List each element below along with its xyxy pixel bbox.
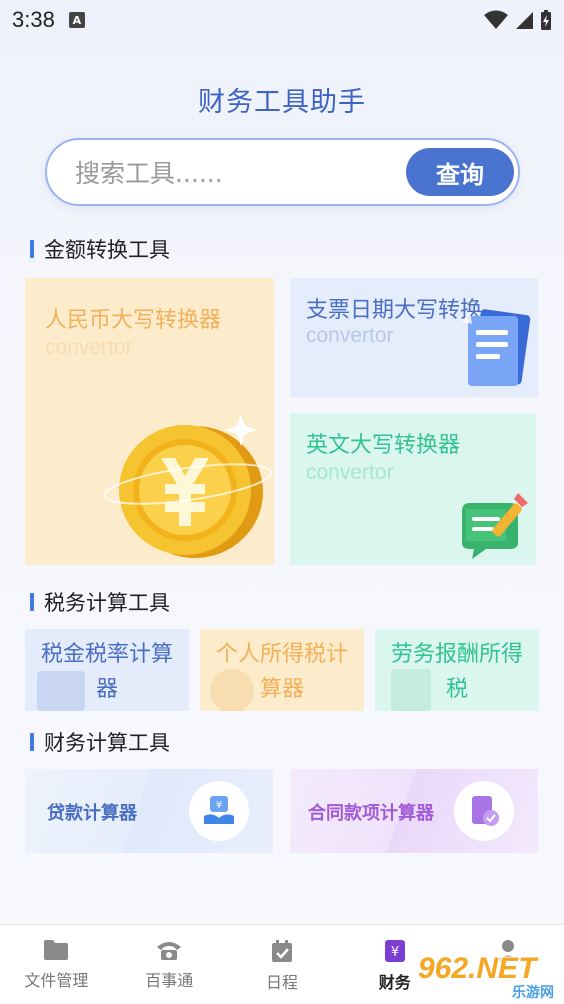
yuan-hand-icon: ¥ <box>204 796 234 824</box>
folder-icon <box>44 940 69 960</box>
nav-item-file-management[interactable]: 文件管理 <box>0 925 113 1004</box>
contract-check-icon <box>472 796 499 826</box>
page-title: 财务工具助手 <box>198 87 366 118</box>
fin-card-label: 贷款计算器 <box>47 803 137 824</box>
chat-edit-icon <box>462 493 528 559</box>
watermark-subtext: 乐游网 <box>512 985 554 1001</box>
svg-text:¥: ¥ <box>216 800 222 811</box>
nav-label: 日程 <box>265 973 298 992</box>
fin-icon-circle: ¥ <box>189 781 249 841</box>
watermark-logo: 962.NET 乐游网 <box>418 950 558 1001</box>
personal-income-tax-card[interactable]: 个人所得税计算器 <box>200 629 364 711</box>
tax-card-label: 劳务报酬所得税 <box>390 642 523 702</box>
search-bar: 查询 <box>45 138 520 206</box>
fin-icon-circle <box>454 781 514 841</box>
section-title-tax-tools: 税务计算工具 <box>30 587 170 617</box>
loan-calculator-card[interactable]: 贷款计算器 ¥ <box>25 769 273 853</box>
rmb-uppercase-converter-card[interactable]: 人民币大写转换器 convertor <box>25 278 274 565</box>
search-input[interactable] <box>75 154 395 192</box>
battery-icon <box>541 10 551 30</box>
watermark-text: 962.NET <box>418 952 537 985</box>
nav-item-schedule[interactable]: 日程 <box>226 925 339 1004</box>
nav-label: 财务 <box>378 973 411 992</box>
status-bar: 3:38 A <box>0 0 564 40</box>
document-icon <box>462 309 531 386</box>
section-title-finance-tools: 财务计算工具 <box>30 727 170 757</box>
section-marker <box>30 240 34 258</box>
yuan-icon: ¥ <box>384 940 405 962</box>
section-marker <box>30 733 34 751</box>
yuan-coin-icon <box>103 414 273 558</box>
tax-rate-calculator-card[interactable]: 税金税率计算器 <box>25 629 189 711</box>
nav-label: 文件管理 <box>24 971 89 990</box>
search-button[interactable]: 查询 <box>406 148 514 196</box>
card-title: 支票日期大写转换 <box>306 298 483 323</box>
english-uppercase-converter-card[interactable]: 英文大写转换器 convertor <box>290 413 536 565</box>
calendar-check-icon <box>271 940 292 962</box>
card-subtitle: convertor <box>306 324 394 347</box>
contract-payment-calculator-card[interactable]: 合同款项计算器 <box>290 769 538 853</box>
card-title: 英文大写转换器 <box>306 433 461 458</box>
card-subtitle: convertor <box>306 461 394 484</box>
nav-label: 百事通 <box>145 971 194 990</box>
tax-card-label: 个人所得税计算器 <box>215 642 348 702</box>
section-marker <box>30 593 34 611</box>
nav-item-baishitong[interactable]: 百事通 <box>113 925 226 1004</box>
section-title-amount-tools: 金额转换工具 <box>30 234 170 264</box>
section-title-text: 税务计算工具 <box>44 591 170 615</box>
notification-badge-icon: A <box>68 12 85 28</box>
wifi-icon <box>484 10 508 29</box>
card-title: 人民币大写转换器 <box>45 308 222 333</box>
section-title-text: 金额转换工具 <box>44 238 170 262</box>
fin-card-label: 合同款项计算器 <box>308 803 434 824</box>
card-subtitle: convertor <box>45 336 133 359</box>
section-title-text: 财务计算工具 <box>44 731 170 755</box>
labor-remuneration-tax-card[interactable]: 劳务报酬所得税 <box>375 629 539 711</box>
check-date-converter-card[interactable]: 支票日期大写转换 convertor <box>290 278 538 397</box>
signal-icon <box>516 12 533 29</box>
phone-icon <box>157 942 182 960</box>
status-time: 3:38 <box>12 7 55 32</box>
svg-text:¥: ¥ <box>391 945 399 960</box>
tax-card-label: 税金税率计算器 <box>40 642 173 702</box>
